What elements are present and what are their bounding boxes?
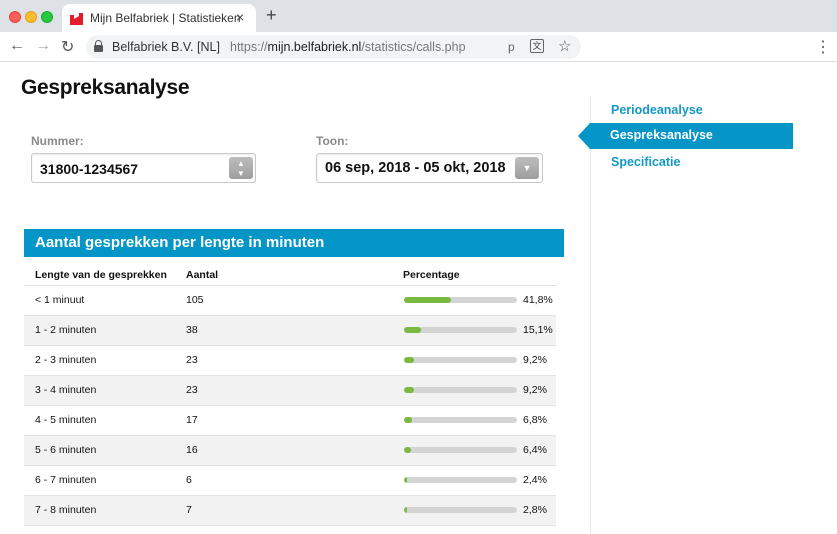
percentage-bar	[404, 447, 517, 453]
percentage-bar-fill	[404, 327, 422, 333]
up-down-arrows-icon[interactable]: ▲ ▼	[229, 157, 253, 179]
belfabriek-favicon-icon	[70, 13, 83, 25]
table-row: 4 - 5 minuten 17 6,8%	[24, 406, 556, 436]
row-percentage: 41,8%	[523, 294, 553, 306]
browser-toolbar: ← → ↻ Belfabriek B.V. [NL] https://mijn.…	[0, 32, 837, 62]
period-select[interactable]: 06 sep, 2018 - 05 okt, 2018 ▼	[316, 153, 543, 183]
percentage-bar	[404, 417, 517, 423]
forward-arrow-icon[interactable]: →	[35, 37, 51, 55]
row-length: 7 - 8 minuten	[35, 504, 97, 516]
row-percentage: 6,8%	[523, 414, 547, 426]
row-length: 1 - 2 minuten	[35, 324, 97, 336]
row-count: 6	[186, 474, 192, 486]
percentage-bar	[404, 357, 517, 363]
row-count: 38	[186, 324, 198, 336]
maximize-window-button[interactable]	[41, 11, 53, 23]
column-header-percentage: Percentage	[403, 269, 460, 281]
browser-tab-bar: Mijn Belfabriek | Statistieken × +	[0, 0, 837, 32]
nummer-label: Nummer:	[31, 134, 84, 148]
percentage-bar-fill	[404, 507, 408, 513]
row-count: 105	[186, 294, 204, 306]
column-header-length: Lengte van de gesprekken	[35, 269, 167, 281]
panel-header: Aantal gesprekken per lengte in minuten	[24, 229, 564, 257]
percentage-bar	[404, 387, 517, 393]
reload-icon[interactable]: ↻	[61, 37, 74, 57]
row-count: 23	[186, 354, 198, 366]
close-tab-icon[interactable]: ×	[236, 9, 244, 25]
sidebar-item-label: Gespreksanalyse	[610, 128, 713, 142]
row-length: < 1 minuut	[35, 294, 85, 306]
url-text[interactable]: https://mijn.belfabriek.nl/statistics/ca…	[230, 40, 466, 54]
row-percentage: 9,2%	[523, 354, 547, 366]
browser-menu-icon[interactable]: ⋮	[815, 37, 831, 57]
row-count: 17	[186, 414, 198, 426]
row-length: 4 - 5 minuten	[35, 414, 97, 426]
active-indicator-arrow	[578, 123, 590, 149]
page-title: Gespreksanalyse	[21, 76, 190, 99]
percentage-bar-fill	[404, 477, 407, 483]
site-identity: Belfabriek B.V. [NL]	[112, 40, 220, 54]
percentage-bar-fill	[404, 297, 452, 303]
percentage-bar-fill	[404, 387, 415, 393]
percentage-bar	[404, 327, 517, 333]
sidebar-item-periodeanalyse[interactable]: Periodeanalyse	[611, 103, 703, 117]
table-row: < 1 minuut 105 41,8%	[24, 286, 556, 316]
row-percentage: 15,1%	[523, 324, 553, 336]
nummer-value: 31800-1234567	[40, 161, 139, 177]
tab-title: Mijn Belfabriek | Statistieken	[90, 11, 241, 25]
row-percentage: 9,2%	[523, 384, 547, 396]
new-tab-button[interactable]: +	[266, 5, 277, 26]
row-length: 2 - 3 minuten	[35, 354, 97, 366]
row-percentage: 2,8%	[523, 504, 547, 516]
percentage-bar-fill	[404, 417, 412, 423]
sidebar-item-specificatie[interactable]: Specificatie	[611, 155, 680, 169]
nummer-select[interactable]: 31800-1234567 ▲ ▼	[31, 153, 256, 183]
row-percentage: 2,4%	[523, 474, 547, 486]
translate-icon[interactable]: 文	[530, 39, 544, 53]
close-window-button[interactable]	[9, 11, 21, 23]
omnibox-p-icon[interactable]: p	[508, 40, 515, 54]
row-length: 6 - 7 minuten	[35, 474, 97, 486]
back-arrow-icon[interactable]: ←	[9, 37, 25, 55]
sidebar-divider	[590, 96, 591, 534]
address-bar[interactable]: Belfabriek B.V. [NL] https://mijn.belfab…	[86, 35, 581, 59]
row-percentage: 6,4%	[523, 444, 547, 456]
percentage-bar	[404, 297, 517, 303]
row-length: 5 - 6 minuten	[35, 444, 97, 456]
percentage-bar	[404, 507, 517, 513]
table-row: 5 - 6 minuten 16 6,4%	[24, 436, 556, 466]
percentage-bar-fill	[404, 357, 415, 363]
table-row: 2 - 3 minuten 23 9,2%	[24, 346, 556, 376]
lock-icon[interactable]	[94, 40, 103, 52]
row-count: 16	[186, 444, 198, 456]
browser-tab[interactable]: Mijn Belfabriek | Statistieken ×	[62, 4, 256, 32]
row-length: 3 - 4 minuten	[35, 384, 97, 396]
percentage-bar	[404, 477, 517, 483]
table-row: 1 - 2 minuten 38 15,1%	[24, 316, 556, 346]
sidebar-item-gespreksanalyse[interactable]: Gespreksanalyse	[590, 123, 793, 149]
toon-label: Toon:	[316, 134, 349, 148]
table-row: 7 - 8 minuten 7 2,8%	[24, 496, 556, 526]
column-header-count: Aantal	[186, 269, 219, 281]
period-value: 06 sep, 2018 - 05 okt, 2018	[325, 160, 506, 176]
row-count: 23	[186, 384, 198, 396]
chevron-down-icon[interactable]: ▼	[515, 157, 539, 179]
row-count: 7	[186, 504, 192, 516]
table-row: 3 - 4 minuten 23 9,2%	[24, 376, 556, 406]
table-row: 6 - 7 minuten 6 2,4%	[24, 466, 556, 496]
minimize-window-button[interactable]	[25, 11, 37, 23]
bookmark-star-icon[interactable]: ☆	[558, 37, 571, 55]
panel-title: Aantal gesprekken per lengte in minuten	[35, 234, 325, 251]
percentage-bar-fill	[404, 447, 412, 453]
